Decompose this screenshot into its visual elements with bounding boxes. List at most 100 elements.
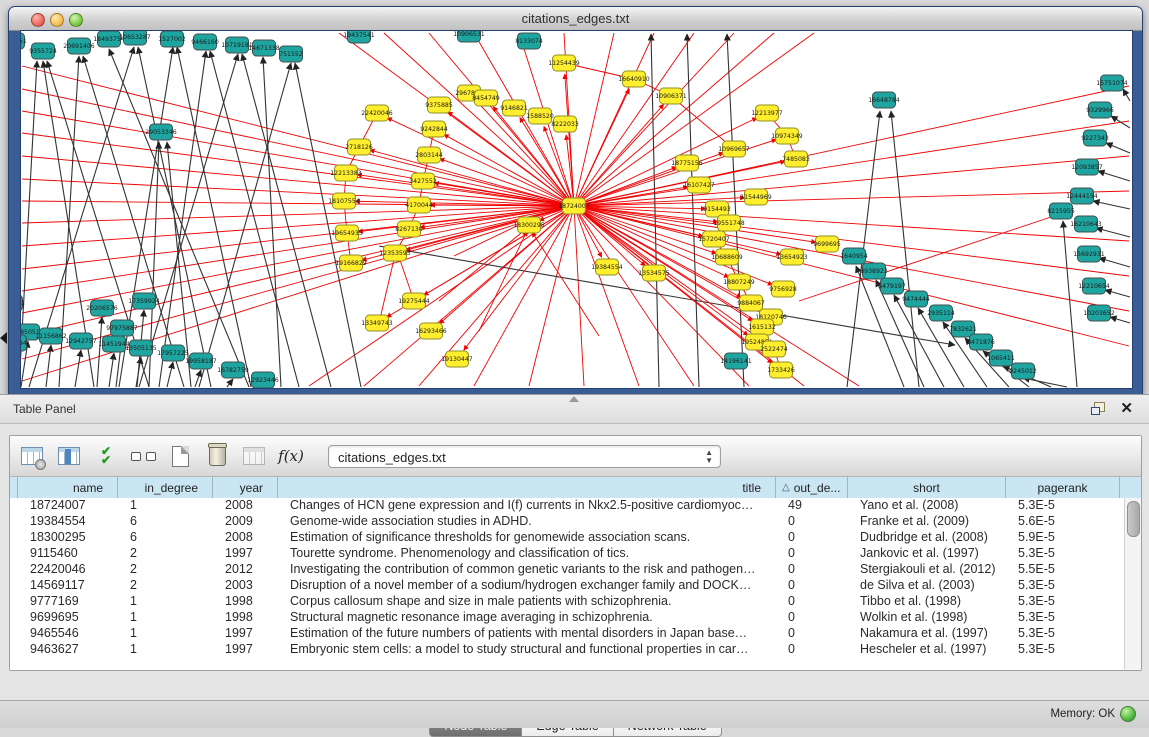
cell-name[interactable]: 9465546 — [18, 626, 118, 642]
graph-node[interactable]: 9884067 — [737, 295, 765, 311]
graph-node[interactable]: 12353593 — [379, 245, 411, 261]
cell-pagerank[interactable]: 5.9E-5 — [1006, 530, 1120, 546]
column-header-pagerank[interactable]: pagerank — [1006, 477, 1120, 498]
cell-pagerank[interactable]: 5.3E-5 — [1006, 626, 1120, 642]
cell-short[interactable]: Hescheler et al. (1997) — [848, 642, 1006, 658]
cell-out_de[interactable]: 0 — [776, 626, 848, 642]
graph-node[interactable]: 4170044 — [405, 197, 433, 213]
graph-node[interactable]: 8471876 — [967, 334, 995, 350]
graph-node[interactable]: 8454749 — [472, 90, 500, 106]
graph-node[interactable]: 16107427 — [683, 177, 715, 193]
cell-title[interactable]: Embryonic stem cells: a model to study s… — [278, 642, 776, 658]
graph-node[interactable]: 12093857 — [1071, 159, 1103, 175]
graph-node[interactable]: 11156862 — [35, 328, 67, 344]
graph-node[interactable]: 2935114 — [927, 305, 955, 321]
graph-node[interactable]: 16293466 — [415, 323, 447, 339]
cell-title[interactable]: Tourette syndrome. Phenomenology and cla… — [278, 546, 776, 562]
graph-node[interactable]: 13349743 — [361, 315, 393, 331]
graph-node[interactable]: 9329966 — [1086, 102, 1114, 118]
memory-ok-icon[interactable] — [1120, 706, 1136, 722]
cell-pagerank[interactable]: 5.6E-5 — [1006, 514, 1120, 530]
graph-node[interactable]: 12210654 — [1078, 278, 1110, 294]
graph-node[interactable]: 18724007 — [558, 198, 590, 214]
graph-node[interactable]: 10203652 — [1083, 305, 1115, 321]
graph-node[interactable]: 12942757 — [65, 333, 97, 349]
cell-name[interactable]: 22420046 — [18, 562, 118, 578]
cell-out_de[interactable]: 0 — [776, 610, 848, 626]
cell-pagerank[interactable]: 5.3E-5 — [1006, 610, 1120, 626]
cell-in_degree[interactable]: 6 — [118, 530, 213, 546]
cell-in_degree[interactable]: 6 — [118, 514, 213, 530]
graph-node[interactable]: 97975887 — [106, 320, 138, 336]
graph-node[interactable]: 8133074 — [515, 33, 543, 49]
graph-node[interactable]: 15692931 — [1073, 246, 1105, 262]
cell-year[interactable]: 2008 — [213, 498, 278, 514]
table-row[interactable]: 1456911722003Disruption of a novel membe… — [10, 578, 1125, 594]
graph-node[interactable]: 9146821 — [500, 100, 528, 116]
graph-node[interactable]: 19384554 — [591, 259, 623, 275]
graph-node[interactable]: 14196141 — [720, 353, 752, 369]
cell-pagerank[interactable]: 5.5E-5 — [1006, 562, 1120, 578]
graph-node[interactable]: 9245012 — [1009, 363, 1037, 379]
table-row[interactable]: 969969511998Structural magnetic resonanc… — [10, 610, 1125, 626]
graph-node[interactable]: 8215955 — [1047, 203, 1075, 219]
graph-node[interactable]: 18775156 — [671, 155, 703, 171]
cell-out_de[interactable]: 0 — [776, 514, 848, 530]
table-scrollbar[interactable] — [1124, 498, 1141, 670]
cell-title[interactable]: Estimation of significance thresholds fo… — [278, 530, 776, 546]
graph-node[interactable]: 9375885 — [425, 97, 453, 113]
graph-node[interactable]: 1640954 — [840, 248, 868, 264]
graph-node[interactable]: 20691406 — [63, 38, 95, 54]
cell-out_de[interactable]: 0 — [776, 578, 848, 594]
graph-node[interactable]: 16210643 — [1070, 216, 1102, 232]
graph-node[interactable]: 1615132 — [748, 319, 776, 335]
graph-node[interactable]: 18107554 — [328, 193, 360, 209]
graph-node[interactable]: 9756928 — [769, 281, 797, 297]
cell-title[interactable]: Structural magnetic resonance image aver… — [278, 610, 776, 626]
graph-node[interactable]: 16640910 — [618, 71, 650, 87]
cell-title[interactable]: Changes of HCN gene expression and I(f) … — [278, 498, 776, 514]
graph-node[interactable]: 2803144 — [415, 147, 443, 163]
new-table-icon[interactable] — [165, 441, 195, 471]
select-columns-icon[interactable]: ✔✔ — [91, 441, 121, 471]
graph-node[interactable]: 15751074 — [1096, 75, 1128, 91]
graph-node[interactable]: 29053346 — [145, 124, 177, 140]
cell-in_degree[interactable]: 1 — [118, 642, 213, 658]
cell-name[interactable]: 9115460 — [18, 546, 118, 562]
panel-resize-handle[interactable] — [569, 396, 579, 402]
network-canvas[interactable]: 9355724206914061849375410653287152700294… — [20, 30, 1133, 389]
graph-node[interactable]: 9474444 — [902, 291, 930, 307]
cell-title[interactable]: Genome-wide association studies in ADHD. — [278, 514, 776, 530]
cell-title[interactable]: Investigating the contribution of common… — [278, 562, 776, 578]
table-row[interactable]: 946362711997Embryonic stem cells: a mode… — [10, 642, 1125, 658]
graph-node[interactable]: 3427552 — [409, 173, 437, 189]
cell-pagerank[interactable]: 5.3E-5 — [1006, 546, 1120, 562]
cell-name[interactable]: 18300295 — [18, 530, 118, 546]
cell-short[interactable]: Jankovic et al. (1997) — [848, 546, 1006, 562]
graph-node[interactable]: 8938923 — [860, 263, 888, 279]
graph-node[interactable]: 17957225 — [157, 345, 189, 361]
scrollbar-thumb[interactable] — [1127, 501, 1140, 537]
cell-in_degree[interactable]: 1 — [118, 610, 213, 626]
graph-node[interactable]: 10969657 — [718, 141, 750, 157]
graph-node[interactable]: 10906371 — [655, 88, 687, 104]
cell-short[interactable]: Franke et al. (2009) — [848, 514, 1006, 530]
graph-node[interactable]: 1588520 — [526, 108, 554, 124]
graph-node[interactable]: 12444154 — [1066, 188, 1098, 204]
cell-name[interactable]: 19384554 — [18, 514, 118, 530]
graph-node[interactable]: 20206576 — [86, 300, 118, 316]
graph-node[interactable]: 751552 — [279, 46, 303, 62]
column-highlight-icon[interactable] — [54, 441, 84, 471]
graph-node[interactable]: 18300295 — [513, 217, 545, 233]
table-row[interactable]: 2242004622012Investigating the contribut… — [10, 562, 1125, 578]
graph-node[interactable]: 6479197 — [878, 278, 906, 294]
graph-node[interactable]: 391594 — [21, 335, 27, 351]
graph-node[interactable]: 15720407 — [698, 231, 730, 247]
function-builder-icon[interactable]: f(x) — [276, 441, 306, 471]
graph-node[interactable]: 9242844 — [420, 121, 448, 137]
import-table-icon[interactable] — [239, 441, 269, 471]
graph-node[interactable]: 2522474 — [760, 341, 788, 357]
cell-year[interactable]: 1998 — [213, 594, 278, 610]
graph-node[interactable]: 18807249 — [723, 274, 755, 290]
cell-year[interactable]: 1997 — [213, 642, 278, 658]
